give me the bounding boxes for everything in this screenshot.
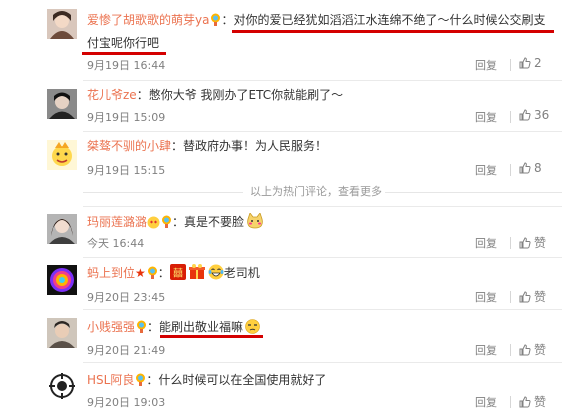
like-button[interactable]: 赞: [519, 393, 546, 410]
like-count: 36: [534, 108, 550, 122]
comment-text: ：替政府办事！为人民服务！: [171, 139, 328, 153]
svg-text:囍: 囍: [173, 267, 183, 280]
comment-item: HSL阿良 ：什么时候可以在全国使用就好了 9月20日 19:03 回复 赞: [0, 363, 562, 415]
reply-button[interactable]: 回复: [475, 235, 497, 251]
badge-icon: [135, 373, 146, 386]
comment-username[interactable]: 蚂上到位: [87, 266, 135, 280]
avatar[interactable]: [47, 214, 77, 244]
like-label: 赞: [534, 395, 547, 409]
highlight-underline: [82, 52, 166, 55]
separator: [510, 111, 511, 123]
laughing-emoji: [208, 264, 224, 284]
avatar[interactable]: [47, 318, 77, 348]
separator: [510, 59, 511, 71]
like-label: 赞: [534, 343, 547, 357]
star-icon: ★: [135, 266, 146, 280]
comment-username[interactable]: 小贱强强: [87, 320, 135, 334]
thumbs-up-icon: [519, 162, 531, 174]
thumbs-up-icon: [519, 237, 531, 249]
comment-text-continued: 付宝呢你行吧: [87, 36, 160, 50]
comment-time: 9月19日 15:09: [87, 111, 166, 124]
comment-text: ：真是不要脸: [172, 215, 245, 229]
comment-text: ：能刷出敬业福嘛: [147, 320, 244, 334]
avatar[interactable]: [47, 140, 77, 170]
heart-face-emoji: [147, 216, 160, 233]
comment-username[interactable]: 桀骜不驯的小肆: [87, 139, 171, 153]
comment-item: 花儿爷ze：憋你大爷 我刚办了ETC你就能刷了～ 9月19日 15:09 回复 …: [0, 81, 562, 131]
comment-item: 爱惨了胡歌歌的萌芽ya ：对你的爱已经犹如滔滔江水连绵不绝了～什么时候公交刷支 付…: [0, 0, 562, 80]
thumbs-up-icon: [519, 291, 531, 303]
avatar[interactable]: [47, 265, 77, 295]
reply-button[interactable]: 回复: [475, 162, 497, 178]
comment-time: 9月20日 23:45: [87, 291, 166, 304]
like-label: 赞: [534, 290, 547, 304]
comment-text: 老司机: [223, 266, 260, 280]
like-label: 赞: [534, 236, 547, 250]
comment-text: ：憋你大爷 我刚办了ETC你就能刷了～: [136, 88, 344, 102]
like-button[interactable]: 8: [519, 161, 542, 175]
comment-item: 玛丽莲潞潞 ：真是不要脸 今天 16:44 回复 赞: [0, 207, 562, 257]
avatar[interactable]: [47, 9, 77, 39]
thumbs-up-icon: [519, 109, 531, 121]
comment-item: 蚂上到位★：囍老司机 9月20日 23:45 回复 赞: [0, 258, 562, 309]
badge-icon: [136, 320, 147, 333]
comment-time: 9月19日 15:15: [87, 164, 166, 177]
like-button[interactable]: 赞: [519, 341, 546, 358]
reply-button[interactable]: 回复: [475, 289, 497, 305]
separator: [510, 237, 511, 249]
comment-time: 9月20日 19:03: [87, 396, 166, 409]
comment-time: 9月20日 21:49: [87, 344, 166, 357]
highlight-underline: [160, 335, 263, 338]
comment-text: ：对你的爱已经犹如滔滔江水连绵不绝了～什么时候公交刷支: [221, 13, 546, 27]
comment-username[interactable]: 玛丽莲潞潞: [87, 215, 147, 229]
view-more-link[interactable]: 以上为热门评论，查看更多: [250, 183, 382, 199]
separator: [510, 344, 511, 356]
avatar[interactable]: [47, 89, 77, 119]
comment-time: 9月19日 16:44: [87, 59, 166, 72]
divider-rule: [83, 192, 243, 193]
separator: [510, 164, 511, 176]
like-count: 8: [534, 161, 542, 175]
reply-button[interactable]: 回复: [475, 342, 497, 358]
reply-button[interactable]: 回复: [475, 57, 497, 73]
thumbs-up-icon: [519, 344, 531, 356]
gift-emoji: [188, 264, 205, 284]
comment-text: ：什么时候可以在全国使用就好了: [146, 373, 327, 387]
hot-comments-divider: 以上为热门评论，查看更多: [0, 183, 562, 203]
like-button[interactable]: 2: [519, 56, 542, 70]
like-button[interactable]: 36: [519, 108, 549, 122]
highlight-underline: [232, 30, 554, 33]
comment-username[interactable]: 花儿爷ze: [87, 88, 137, 102]
comment-time: 今天 16:44: [87, 237, 145, 250]
divider-rule: [385, 192, 562, 193]
separator: [510, 291, 511, 303]
badge-icon: [210, 13, 221, 26]
shy-cat-emoji: [246, 212, 264, 233]
like-button[interactable]: 赞: [519, 288, 546, 305]
comment-item: 桀骜不驯的小肆：替政府办事！为人民服务！ 9月19日 15:15 回复 8: [0, 132, 562, 182]
comment-username[interactable]: 爱惨了胡歌歌的萌芽ya: [87, 13, 209, 27]
badge-icon: [161, 215, 172, 228]
separator: [510, 396, 511, 408]
avatar[interactable]: [47, 371, 77, 401]
thumbs-up-icon: [519, 57, 531, 69]
double-happiness-emoji: 囍: [169, 264, 186, 284]
comment-item: 小贱强强 ：能刷出敬业福嘛 9月20日 21:49 回复 赞: [0, 310, 562, 362]
thumbs-up-icon: [519, 396, 531, 408]
reply-button[interactable]: 回复: [475, 394, 497, 410]
like-button[interactable]: 赞: [519, 234, 546, 251]
like-count: 2: [534, 56, 542, 70]
reply-button[interactable]: 回复: [475, 109, 497, 125]
comment-username[interactable]: HSL阿良: [87, 373, 134, 387]
badge-icon: [147, 266, 158, 279]
